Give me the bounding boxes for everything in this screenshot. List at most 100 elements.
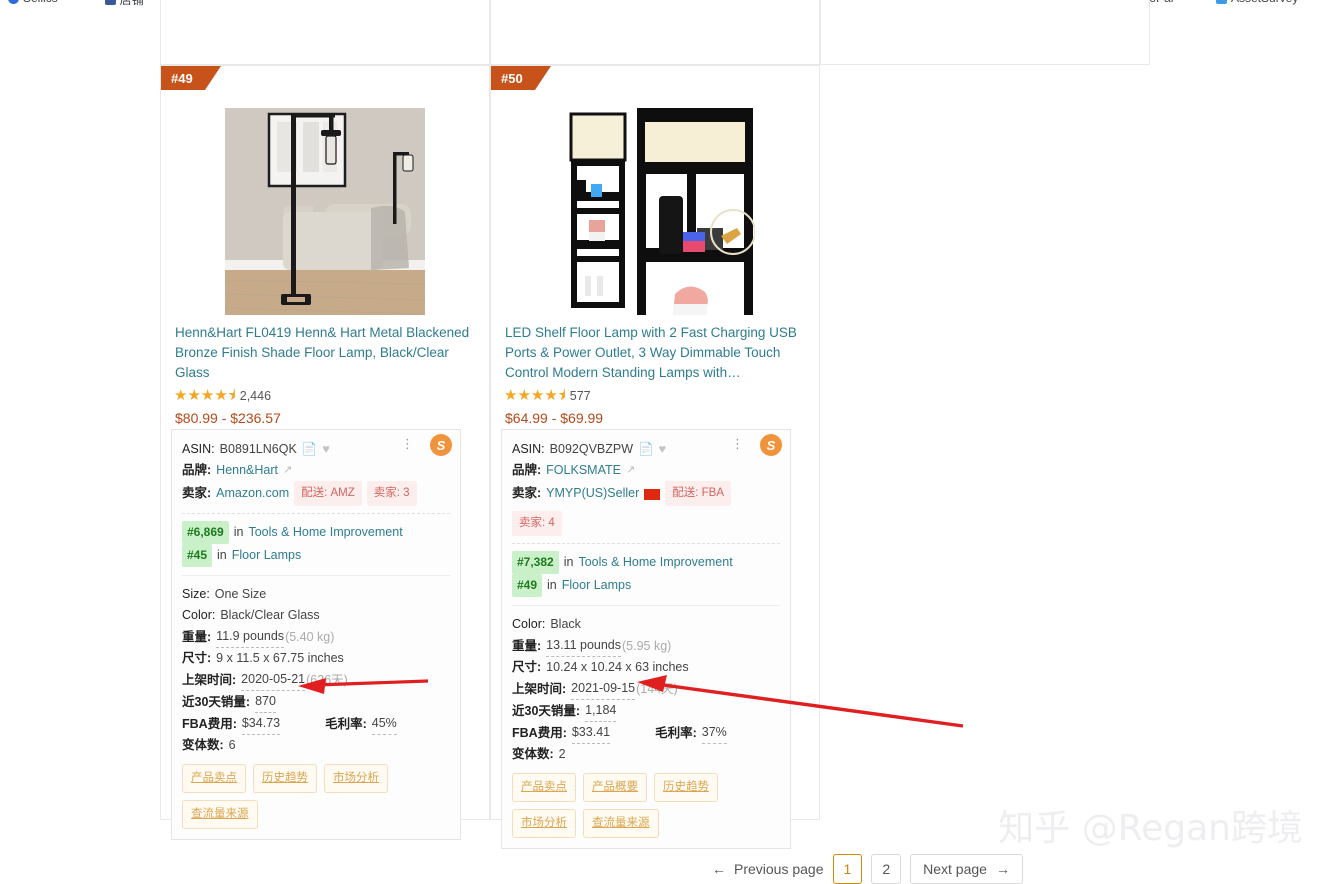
page-content: 查流量来源 #49 bbox=[0, 0, 1331, 884]
fba-fee-value: $34.73 bbox=[241, 713, 281, 735]
divider bbox=[182, 575, 450, 576]
brand-row: 品牌: Henn&Hart ↗ bbox=[182, 460, 450, 481]
bookmark-item[interactable]: Sellics bbox=[8, 0, 58, 5]
attr-value: 10.24 x 10.24 x 63 inches bbox=[546, 660, 689, 674]
bookmark-item[interactable]: AssetSurvey bbox=[1216, 0, 1298, 5]
arrow-left-icon: ← bbox=[712, 861, 726, 877]
attr-value: 9 x 11.5 x 67.75 inches bbox=[216, 651, 344, 665]
more-options-icon[interactable]: ⋮ bbox=[401, 437, 414, 450]
fba-fee-value: $33.41 bbox=[571, 722, 611, 744]
bsr-category[interactable]: Floor Lamps bbox=[232, 545, 301, 566]
divider bbox=[182, 513, 450, 514]
attr-label: 尺寸: bbox=[512, 660, 542, 674]
sales-row: 近30天销量: 1,184 bbox=[512, 700, 780, 722]
asin-label: ASIN: bbox=[512, 442, 545, 456]
margin-label: 毛利率: bbox=[325, 716, 367, 731]
asin-label: ASIN: bbox=[182, 442, 215, 456]
product-image-50[interactable] bbox=[555, 108, 755, 315]
attr-row: Color: Black/Clear Glass bbox=[182, 605, 450, 626]
product-card-partial-right[interactable]: 查流量来源 bbox=[820, 0, 1150, 65]
product-card-49[interactable]: #49 Henn&Hart FL0419 Henn& Hart Metal Bl… bbox=[160, 65, 490, 840]
bsr-category[interactable]: Floor Lamps bbox=[562, 575, 631, 596]
product-title-49[interactable]: Henn&Hart FL0419 Henn& Hart Metal Blacke… bbox=[175, 323, 475, 383]
action-tag-history-trend[interactable]: 历史趋势 bbox=[253, 764, 317, 793]
variants-row: 变体数: 2 bbox=[512, 744, 780, 765]
bsr-in: in bbox=[233, 525, 244, 539]
sellersprite-badge-icon[interactable]: S bbox=[760, 434, 782, 456]
attr-suffix: (144天) bbox=[636, 681, 678, 696]
copy-icon[interactable]: 📄 bbox=[638, 439, 654, 460]
attr-suffix: (5.95 kg) bbox=[622, 638, 672, 653]
bookmark-favicon-icon bbox=[1216, 0, 1227, 4]
product-title-50[interactable]: LED Shelf Floor Lamp with 2 Fast Chargin… bbox=[505, 323, 805, 383]
seller-count-tag: 卖家: 3 bbox=[366, 481, 417, 506]
attr-row: 重量: 13.11 pounds (5.95 kg) bbox=[512, 635, 780, 657]
attr-row: Size: One Size bbox=[182, 584, 450, 605]
product-card-partial-left[interactable] bbox=[160, 0, 490, 65]
fba-fee-label: FBA费用: bbox=[182, 716, 237, 731]
bsr-row-2: #49 in Floor Lamps bbox=[512, 574, 780, 597]
variants-row: 变体数: 6 bbox=[182, 735, 450, 756]
product-card-50[interactable]: #50 LED Shelf Floor Lamp with 2 Fast Cha… bbox=[490, 65, 820, 849]
action-tag-history-trend[interactable]: 历史趋势 bbox=[654, 773, 718, 802]
action-tag-market-analysis[interactable]: 市场分析 bbox=[324, 764, 388, 793]
fulfillment-tag: 配送: FBA bbox=[665, 481, 732, 506]
bsr-row-2: #45 in Floor Lamps bbox=[182, 544, 450, 567]
product-rating-49[interactable]: ★★★★⯨ 2,446 bbox=[174, 388, 474, 403]
external-link-icon[interactable]: ↗ bbox=[283, 460, 292, 481]
review-count: 577 bbox=[569, 388, 591, 403]
attr-value: One Size bbox=[214, 587, 267, 601]
external-link-icon[interactable]: ↗ bbox=[626, 460, 635, 481]
variants-value: 2 bbox=[558, 747, 566, 761]
action-tag-traffic-source[interactable]: 查流量来源 bbox=[182, 800, 258, 829]
margin-value: 45% bbox=[371, 713, 397, 735]
action-tag-product-summary[interactable]: 产品概要 bbox=[583, 773, 647, 802]
sales-value: 1,184 bbox=[585, 700, 617, 722]
product-rating-50[interactable]: ★★★★⯨ 577 bbox=[504, 388, 804, 403]
variants-label: 变体数: bbox=[512, 747, 554, 761]
brand-value[interactable]: FOLKSMATE bbox=[546, 460, 621, 481]
action-tag-selling-points[interactable]: 产品卖点 bbox=[512, 773, 576, 802]
next-page-label: Next page bbox=[923, 861, 987, 877]
bsr-rank: #45 bbox=[182, 544, 213, 567]
attr-label: Color: bbox=[512, 617, 546, 631]
bookmark-item[interactable]: 店铺 bbox=[104, 0, 144, 8]
more-options-icon[interactable]: ⋮ bbox=[731, 437, 744, 450]
copy-icon[interactable]: 📄 bbox=[302, 439, 318, 460]
product-card-partial-middle[interactable] bbox=[490, 0, 820, 65]
brand-value[interactable]: Henn&Hart bbox=[216, 460, 278, 481]
attr-label: Color: bbox=[182, 608, 216, 622]
sales-value: 870 bbox=[255, 691, 276, 713]
action-tag-market-analysis[interactable]: 市场分析 bbox=[512, 809, 576, 838]
bsr-in: in bbox=[547, 578, 557, 592]
bsr-rank: #6,869 bbox=[182, 521, 229, 544]
brand-row: 品牌: FOLKSMATE ↗ bbox=[512, 460, 780, 481]
attr-row: 上架时间: 2020-05-21 (626天) bbox=[182, 669, 450, 691]
rank-ribbon: #49 bbox=[161, 66, 221, 90]
divider bbox=[512, 543, 780, 544]
product-detail-box-49: ⋮ S ASIN: B0891LN6QK 📄 ♥ 品牌: Henn&Hart ↗… bbox=[171, 429, 461, 840]
arrow-right-icon: → bbox=[995, 861, 1010, 877]
attr-label: 重量: bbox=[182, 629, 212, 644]
bsr-in: in bbox=[563, 555, 574, 569]
action-tag-selling-points[interactable]: 产品卖点 bbox=[182, 764, 246, 793]
bsr-rank: #49 bbox=[512, 574, 543, 597]
bsr-category[interactable]: Tools & Home Improvement bbox=[578, 552, 732, 573]
seller-value[interactable]: YMYP(US)Seller bbox=[546, 483, 639, 504]
attr-label: 上架时间: bbox=[182, 672, 237, 687]
product-image-49[interactable] bbox=[225, 108, 425, 315]
seller-row: 卖家: Amazon.com 配送: AMZ 卖家: 3 bbox=[182, 481, 450, 506]
favorite-heart-icon[interactable]: ♥ bbox=[322, 439, 329, 460]
previous-page-button[interactable]: ← Previous page bbox=[712, 861, 824, 877]
variants-value: 6 bbox=[228, 738, 236, 752]
sellersprite-badge-icon[interactable]: S bbox=[430, 434, 452, 456]
bsr-category[interactable]: Tools & Home Improvement bbox=[248, 522, 402, 543]
fba-fee-label: FBA费用: bbox=[512, 725, 567, 740]
seller-count-tag: 卖家: 4 bbox=[512, 511, 562, 536]
action-tag-traffic-source[interactable]: 查流量来源 bbox=[583, 809, 659, 838]
attr-label: Size: bbox=[182, 587, 210, 601]
favorite-heart-icon[interactable]: ♥ bbox=[659, 439, 666, 460]
china-flag-icon bbox=[644, 489, 661, 500]
fulfillment-tag: 配送: AMZ bbox=[294, 481, 362, 506]
seller-value[interactable]: Amazon.com bbox=[216, 483, 289, 504]
